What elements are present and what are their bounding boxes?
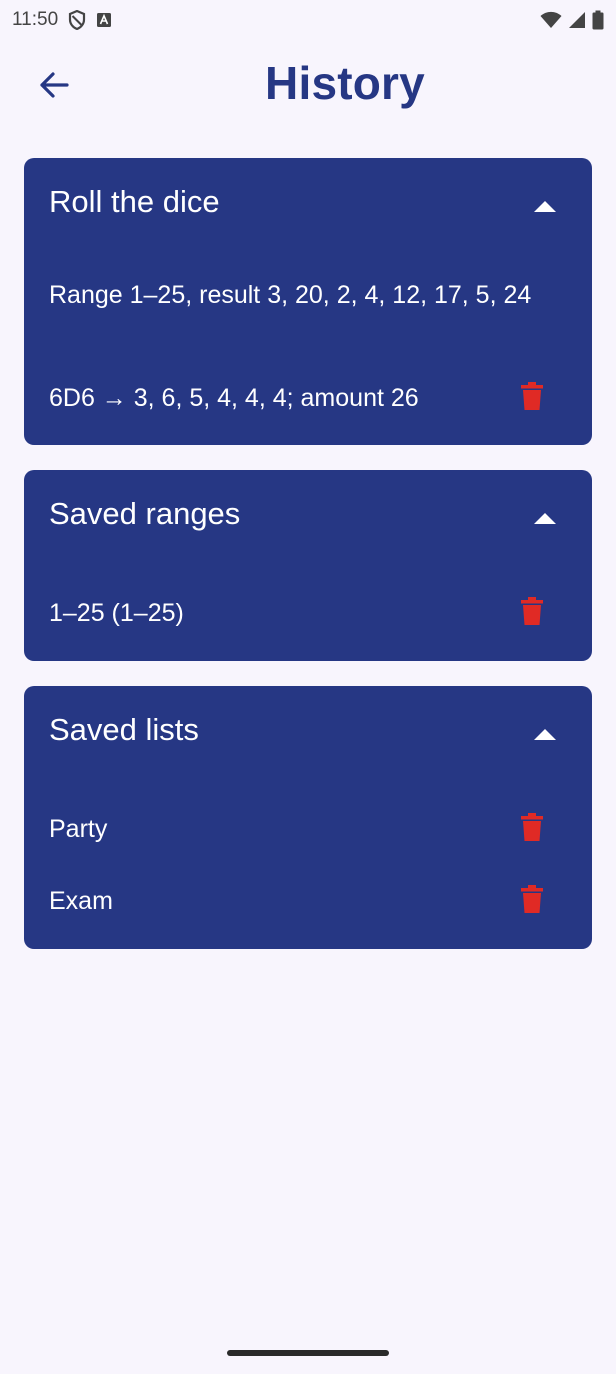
roll-history-entry-1: Range 1–25, result 3, 20, 2, 4, 12, 17, … <box>49 281 532 309</box>
saved-lists-card: Saved lists Party Exam <box>24 686 592 949</box>
saved-lists-header[interactable]: Saved lists <box>24 686 592 782</box>
saved-range-item[interactable]: 1–25 (1–25) <box>49 596 532 631</box>
wifi-icon <box>540 11 562 29</box>
chevron-up-icon[interactable] <box>534 511 556 525</box>
saved-lists-title: Saved lists <box>49 712 199 747</box>
delete-range-button[interactable] <box>518 595 546 631</box>
delete-roll-entry-2-button[interactable] <box>518 380 546 416</box>
top-app-bar: History <box>0 50 616 122</box>
saved-ranges-title: Saved ranges <box>49 496 241 531</box>
status-time: 11:50 <box>12 9 59 30</box>
status-bar: 11:50 <box>0 0 616 40</box>
chevron-up-icon[interactable] <box>534 727 556 741</box>
trash-icon <box>521 382 543 414</box>
trash-icon <box>521 813 543 845</box>
trash-icon <box>521 597 543 629</box>
battery-icon <box>592 10 604 30</box>
saved-ranges-card: Saved ranges 1–25 (1–25) <box>24 470 592 661</box>
roll-history-title: Roll the dice <box>49 184 220 219</box>
roll-history-card: Roll the dice Range 1–25, result 3, 20, … <box>24 158 592 445</box>
delete-list-exam-button[interactable] <box>518 883 546 919</box>
signal-icon <box>568 11 586 29</box>
delete-list-party-button[interactable] <box>518 811 546 847</box>
status-right <box>540 10 604 30</box>
keyboard-a-icon <box>96 12 112 28</box>
chevron-up-icon[interactable] <box>534 199 556 213</box>
roll-history-entry-2: 6D6 → 3, 6, 5, 4, 4, 4; amount 26 <box>49 384 419 412</box>
saved-list-item-exam[interactable]: Exam <box>49 884 532 919</box>
gesture-nav-handle[interactable] <box>227 1350 389 1356</box>
saved-ranges-header[interactable]: Saved ranges <box>24 470 592 566</box>
page-title: History <box>265 57 425 109</box>
shield-icon <box>68 10 86 30</box>
trash-icon <box>521 885 543 917</box>
history-screen: 11:50 History Roll the dice Range 1–25, … <box>0 0 616 1374</box>
saved-list-item-party[interactable]: Party <box>49 812 532 847</box>
roll-history-header[interactable]: Roll the dice <box>24 158 592 254</box>
status-left: 11:50 <box>12 9 112 31</box>
